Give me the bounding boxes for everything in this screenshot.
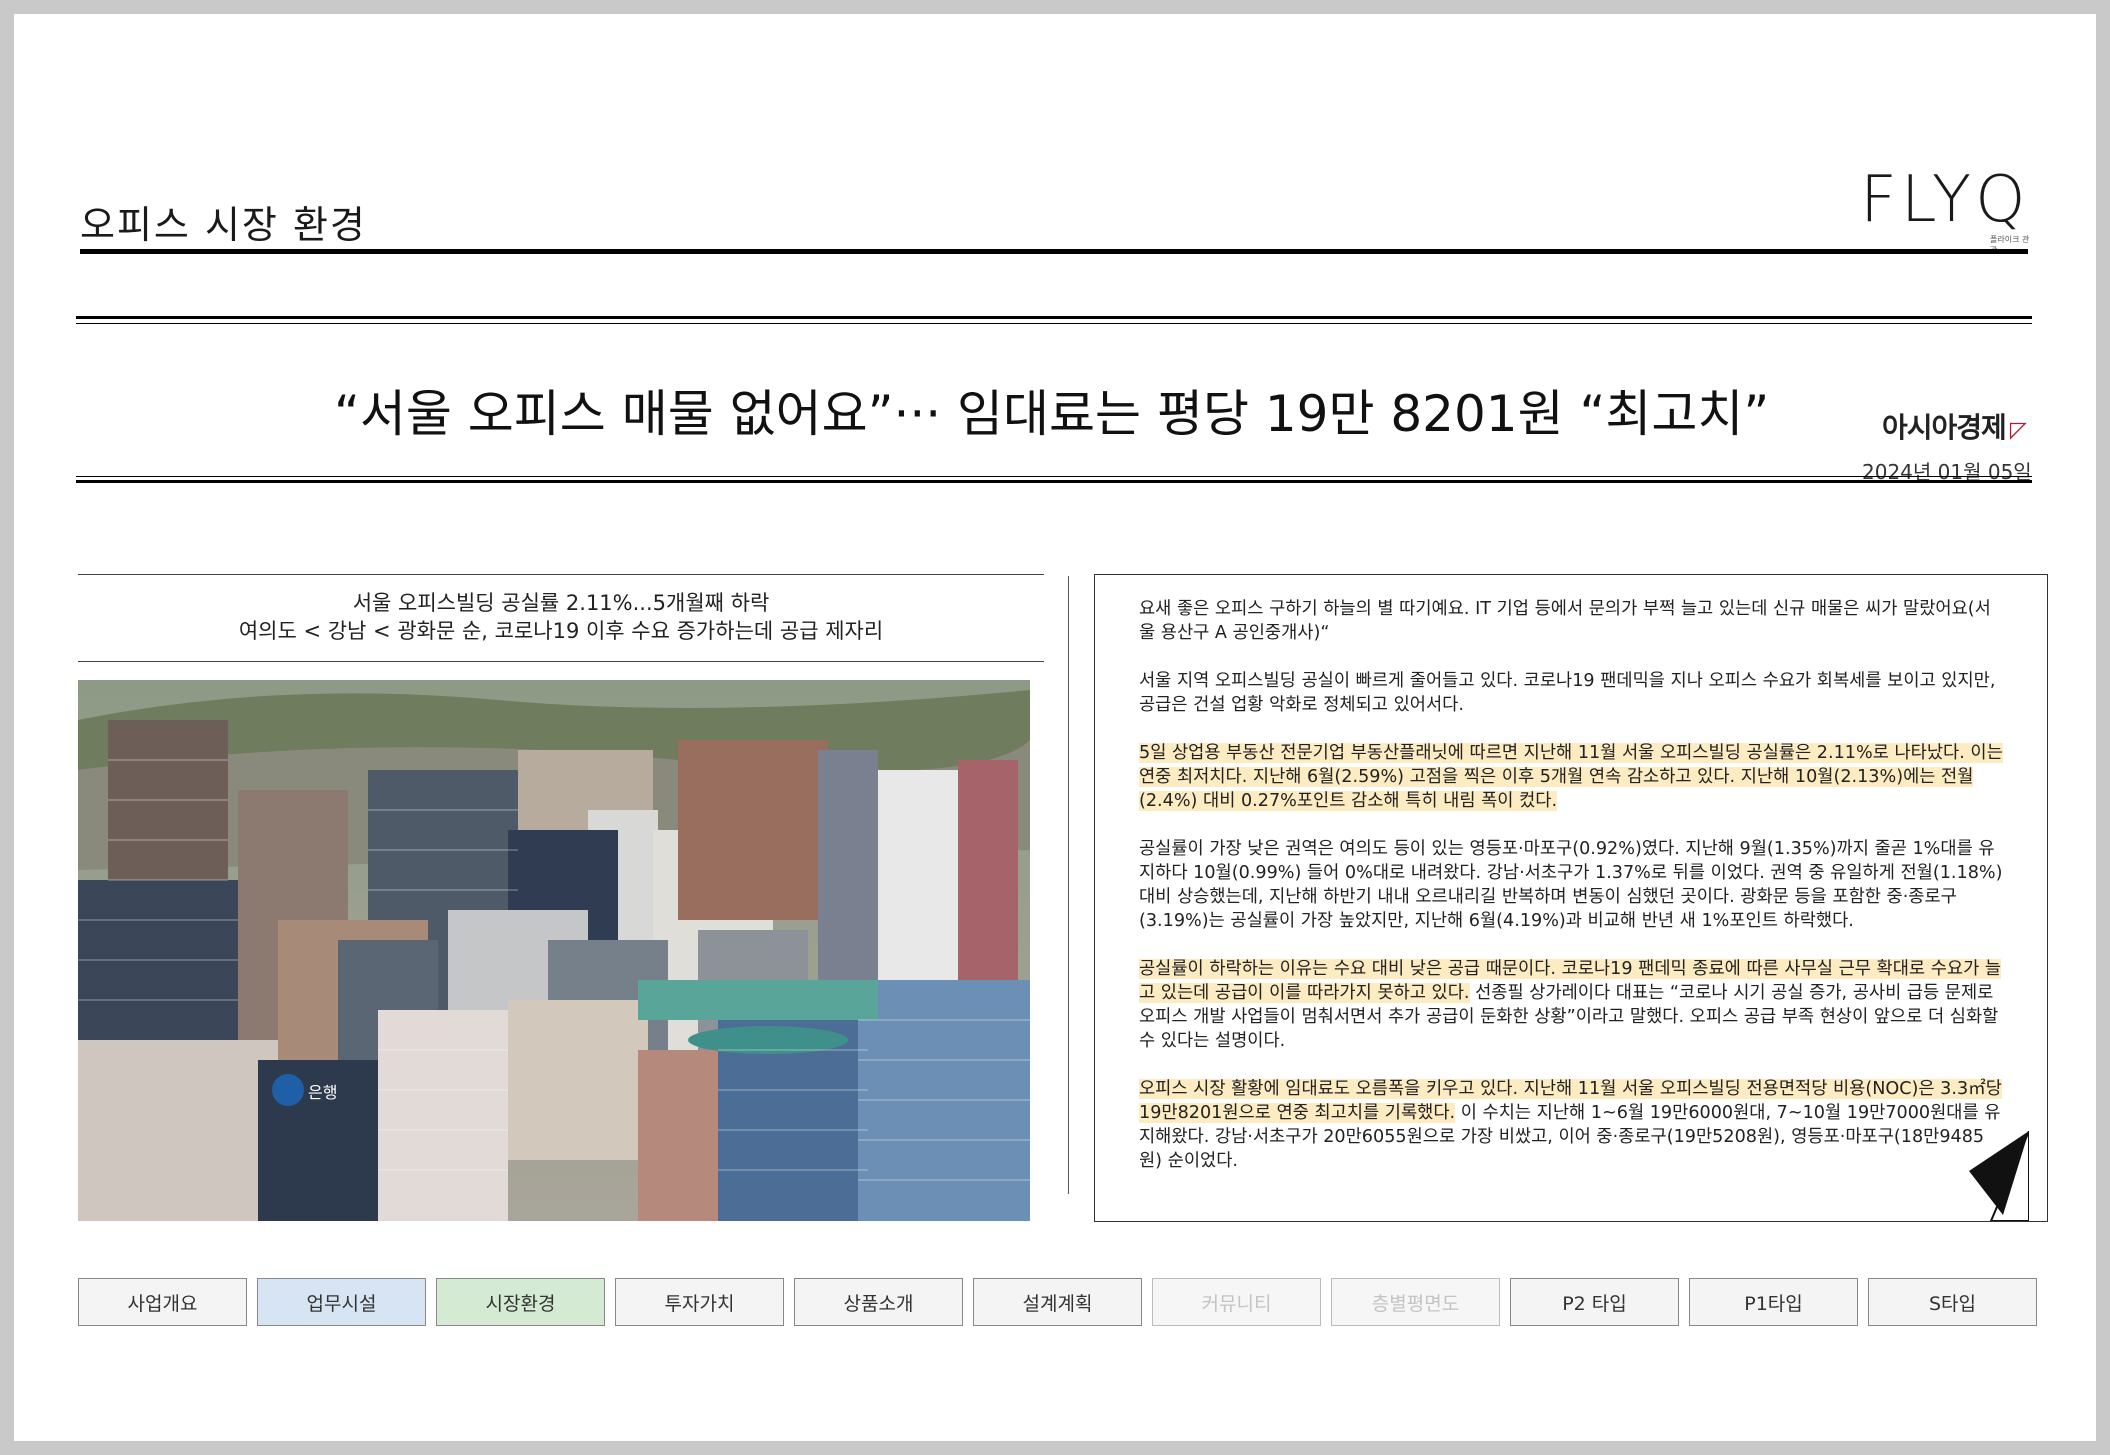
paragraph-text: 공실률이 가장 낮은 권역은 여의도 등이 있는 영등포·마포구(0.92%)였… — [1139, 839, 2003, 931]
nav-button[interactable]: 층별평면도 — [1331, 1278, 1500, 1326]
article-headline: “서울 오피스 매물 없어요”··· 임대료는 평당 19만 8201원 “최고… — [334, 385, 1770, 443]
nav-button[interactable]: 투자가치 — [615, 1278, 784, 1326]
nav-button[interactable]: 시장환경 — [436, 1278, 605, 1326]
nav-button[interactable]: S타입 — [1868, 1278, 2037, 1326]
seoul-office-photo: 은행 — [78, 680, 1030, 1221]
nav-button[interactable]: 커뮤니티 — [1152, 1278, 1321, 1326]
page-curl-icon — [1969, 1131, 2029, 1221]
article-paragraph: 서울 지역 오피스빌딩 공실이 빠르게 줄어들고 있다. 코로나19 팬데믹을 … — [1139, 669, 2007, 717]
slide-page: 오피스 시장 환경 FLYQ 플라이크 관광 “서울 오피스 매물 없어요”··… — [14, 14, 2096, 1441]
paragraph-text: 요새 좋은 오피스 구하기 하늘의 별 따기예요. IT 기업 등에서 문의가 … — [1139, 599, 1991, 643]
nav-button[interactable]: 사업개요 — [78, 1278, 247, 1326]
title-underline — [80, 249, 2028, 254]
left-column: 서울 오피스빌딩 공실률 2.11%...5개월째 하락 여의도 < 강남 < … — [78, 574, 1044, 1221]
article-paragraph: 5일 상업용 부동산 전문기업 부동산플래닛에 따르면 지난해 11월 서울 오… — [1139, 741, 2007, 813]
publisher-mark-icon: ◸ — [2009, 418, 2027, 443]
headline-bottom-rule — [76, 480, 2032, 483]
article-paragraph: 요새 좋은 오피스 구하기 하늘의 별 따기예요. IT 기업 등에서 문의가 … — [1139, 597, 2007, 645]
paragraph-text: 서울 지역 오피스빌딩 공실이 빠르게 줄어들고 있다. 코로나19 팬데믹을 … — [1139, 671, 1996, 715]
headline-bottom-rule-fine — [76, 476, 2032, 477]
nav-button[interactable]: P2 타입 — [1510, 1278, 1679, 1326]
nav-button[interactable]: 상품소개 — [794, 1278, 963, 1326]
nav-button[interactable]: P1타입 — [1689, 1278, 1858, 1326]
publisher-name: 아시아경제 — [1882, 411, 2007, 444]
nav-button[interactable]: 업무시설 — [257, 1278, 426, 1326]
article-subheads: 서울 오피스빌딩 공실률 2.11%...5개월째 하락 여의도 < 강남 < … — [78, 574, 1044, 662]
logo-text: FLYQ — [1860, 163, 2030, 237]
nav-button[interactable]: 설계계획 — [973, 1278, 1142, 1326]
headline-top-rule — [76, 316, 2032, 319]
subhead-1: 서울 오피스빌딩 공실률 2.11%...5개월째 하락 — [352, 591, 770, 615]
bank-sign-icon — [272, 1074, 304, 1106]
article-body: 요새 좋은 오피스 구하기 하늘의 별 따기예요. IT 기업 등에서 문의가 … — [1094, 574, 2048, 1222]
article-paragraph: 공실률이 가장 낮은 권역은 여의도 등이 있는 영등포·마포구(0.92%)였… — [1139, 837, 2007, 933]
article-paragraph: 공실률이 하락하는 이유는 수요 대비 낮은 공급 때문이다. 코로나19 팬데… — [1139, 957, 2007, 1053]
highlighted-text: 5일 상업용 부동산 전문기업 부동산플래닛에 따르면 지난해 11월 서울 오… — [1139, 743, 2003, 811]
bottom-navigation: 사업개요 업무시설 시장환경 투자가치 상품소개 설계계획 커뮤니티 층별평면도 P2 타입 P1… — [78, 1278, 2038, 1326]
column-divider — [1068, 576, 1069, 1194]
section-title: 오피스 시장 환경 — [80, 203, 367, 247]
publisher-logo: 아시아경제 ◸ — [1882, 406, 2027, 446]
article-paragraph: 오피스 시장 활황에 임대료도 오름폭을 키우고 있다. 지난해 11월 서울 … — [1139, 1077, 2007, 1173]
subhead-2: 여의도 < 강남 < 광화문 순, 코로나19 이후 수요 증가하는데 공급 제… — [238, 619, 884, 643]
flyq-logo: FLYQ 플라이크 관광 — [1860, 163, 2030, 255]
bank-sign-text: 은행 — [308, 1083, 337, 1102]
headline-top-rule-fine — [76, 323, 2032, 324]
